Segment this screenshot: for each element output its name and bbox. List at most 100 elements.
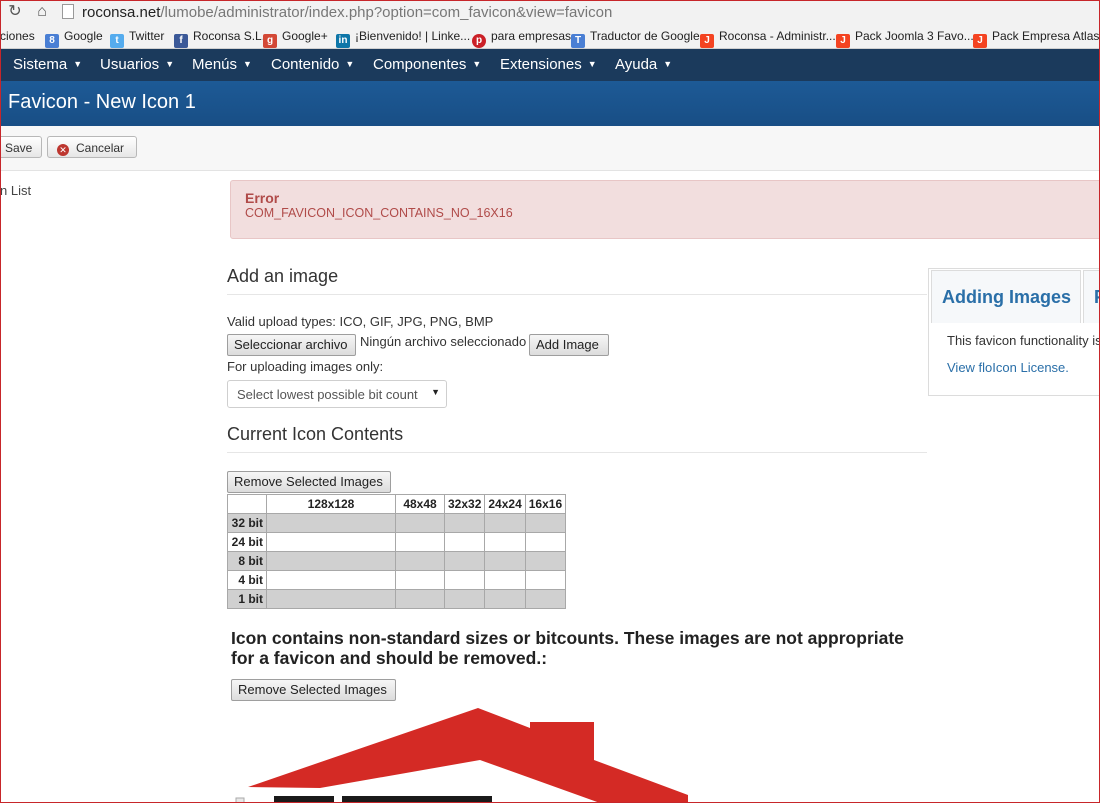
bookmark-google[interactable]: 8 Google	[45, 28, 103, 48]
license-link[interactable]: View floIcon License.	[947, 360, 1069, 375]
remove-selected-button[interactable]: Remove Selected Images	[227, 471, 391, 493]
icon-cell[interactable]	[484, 513, 526, 533]
icon-cell[interactable]	[524, 551, 567, 571]
column-header: 24x24	[484, 494, 526, 514]
caret-down-icon: ▼	[73, 59, 83, 69]
caret-down-icon: ▼	[165, 59, 175, 69]
menu-usuarios[interactable]: Usuarios ▼	[100, 49, 174, 81]
bookmark-pack-joomla[interactable]: J Pack Joomla 3 Favo...	[836, 28, 974, 48]
bookmark-pack-empresa[interactable]: JPack Empresa Atlas ...	[973, 28, 1100, 48]
row-label: 8 bit	[227, 551, 267, 571]
bookmark-roconsa[interactable]: f Roconsa S.L.	[174, 28, 265, 48]
joomla-icon: J	[973, 34, 987, 48]
choose-file-button[interactable]: Seleccionar archivo	[227, 334, 356, 356]
bookmark-linkedin[interactable]: in ¡Bienvenido! | Linke...	[336, 28, 470, 48]
reload-icon[interactable]: ↻	[6, 3, 24, 21]
menu-extensiones[interactable]: Extensiones ▼	[500, 49, 597, 81]
cancel-icon: ✕	[57, 144, 69, 156]
upload-types-text: Valid upload types: ICO, GIF, JPG, PNG, …	[227, 314, 494, 329]
icon-cell[interactable]	[395, 589, 445, 609]
icon-cell[interactable]	[484, 532, 526, 552]
icon-cell[interactable]	[524, 513, 567, 533]
cancel-button[interactable]: ✕ Cancelar	[47, 136, 137, 158]
icon-cell[interactable]	[395, 551, 445, 571]
column-header: 16x16	[524, 494, 567, 514]
menu-sistema[interactable]: Sistema ▼	[13, 49, 82, 81]
twitter-icon: t	[110, 34, 124, 48]
error-title: Error	[245, 190, 280, 206]
bookmarks-bar: ciones 8 Google t Twitter f Roconsa S.L. gG…	[0, 25, 1100, 49]
caret-down-icon: ▼	[472, 59, 482, 69]
row-label: 1 bit	[227, 589, 267, 609]
row-label: 32 bit	[227, 513, 267, 533]
menu-ayuda[interactable]: Ayuda ▼	[615, 49, 672, 81]
table-row: 24 bit	[227, 532, 567, 552]
menu-contenido[interactable]: Contenido ▼	[271, 49, 354, 81]
icon-cell[interactable]	[395, 532, 445, 552]
bookmark-roconsa-admin[interactable]: J Roconsa - Administr...	[700, 28, 836, 48]
save-button[interactable]: Save	[0, 136, 42, 158]
error-message: COM_FAVICON_ICON_CONTAINS_NO_16X16	[245, 206, 513, 220]
bookmark-twitter[interactable]: t Twitter	[110, 28, 164, 48]
caret-down-icon: ▼	[663, 59, 673, 69]
icon-cell[interactable]	[443, 532, 486, 552]
icon-cell[interactable]	[266, 513, 396, 533]
icon-cell[interactable]	[443, 551, 486, 571]
icon-cell[interactable]	[266, 551, 396, 571]
admin-menu: Sistema ▼ Usuarios ▼ Menús ▼ Contenido ▼ Com…	[0, 49, 1100, 81]
icon-cell[interactable]	[524, 532, 567, 552]
icon-cell[interactable]	[266, 589, 396, 609]
icon-cell[interactable]	[524, 570, 567, 590]
menu-menus[interactable]: Menús ▼	[192, 49, 252, 81]
page-header: Favicon - New Icon 1	[0, 81, 1100, 126]
icon-cell[interactable]	[484, 570, 526, 590]
column-header	[227, 494, 267, 514]
icon-cell[interactable]	[266, 570, 396, 590]
sidebar-item-icon-list[interactable]: n List	[0, 183, 31, 198]
facebook-icon: f	[174, 34, 188, 48]
icon-cell[interactable]	[484, 589, 526, 609]
table-row: 1 bit	[227, 589, 567, 609]
bookmark-pinterest[interactable]: p para empresas	[472, 28, 571, 48]
page-title: Favicon - New Icon 1	[8, 91, 196, 113]
toolbar: Save ✕ Cancelar	[0, 126, 1100, 171]
icon-cell[interactable]	[443, 570, 486, 590]
remove-nonstandard-button[interactable]: Remove Selected Images	[231, 679, 396, 701]
icon-cell[interactable]	[266, 532, 396, 552]
url-field[interactable]: roconsa.net/lumobe/administrator/index.p…	[62, 3, 612, 22]
caret-down-icon: ▼	[345, 59, 355, 69]
column-header: 128x128	[266, 494, 396, 514]
icon-cell[interactable]	[443, 589, 486, 609]
row-label: 4 bit	[227, 570, 267, 590]
page-icon	[62, 4, 74, 19]
row-label: 24 bit	[227, 532, 267, 552]
icon-cell[interactable]	[443, 513, 486, 533]
google-icon: 8	[45, 34, 59, 48]
help-text: This favicon functionality is	[947, 333, 1100, 348]
bit-count-select[interactable]: Select lowest possible bit count ▼	[227, 380, 447, 408]
bookmark-item[interactable]: ciones	[0, 28, 35, 45]
nonstandard-warning: Icon contains non-standard sizes or bitc…	[231, 628, 904, 668]
pinterest-icon: p	[472, 34, 486, 48]
uploading-only-text: For uploading images only:	[227, 359, 384, 374]
bookmark-googleplus[interactable]: g Google+	[263, 28, 328, 48]
dropdown-arrow-icon: ▼	[431, 387, 440, 397]
joomla-icon: J	[700, 34, 714, 48]
bookmark-translate[interactable]: T Traductor de Google	[571, 28, 700, 48]
translate-icon: T	[571, 34, 585, 48]
table-row: 8 bit	[227, 551, 567, 571]
no-file-text: Ningún archivo seleccionado	[360, 334, 527, 349]
icon-cell[interactable]	[524, 589, 567, 609]
tab-second[interactable]: F	[1083, 270, 1100, 323]
icon-contents-table: 128x128 48x48 32x32 24x24 16x16 32 bit 2…	[227, 494, 567, 609]
icon-cell[interactable]	[484, 551, 526, 571]
icon-preview-logo	[230, 700, 710, 803]
menu-componentes[interactable]: Componentes ▼	[373, 49, 481, 81]
tab-adding-images[interactable]: Adding Images	[931, 270, 1081, 323]
add-image-button[interactable]: Add Image	[529, 334, 609, 356]
icon-cell[interactable]	[395, 513, 445, 533]
icon-cell[interactable]	[395, 570, 445, 590]
home-icon[interactable]: ⌂	[33, 3, 51, 21]
googleplus-icon: g	[263, 34, 277, 48]
table-row: 32 bit	[227, 513, 567, 533]
